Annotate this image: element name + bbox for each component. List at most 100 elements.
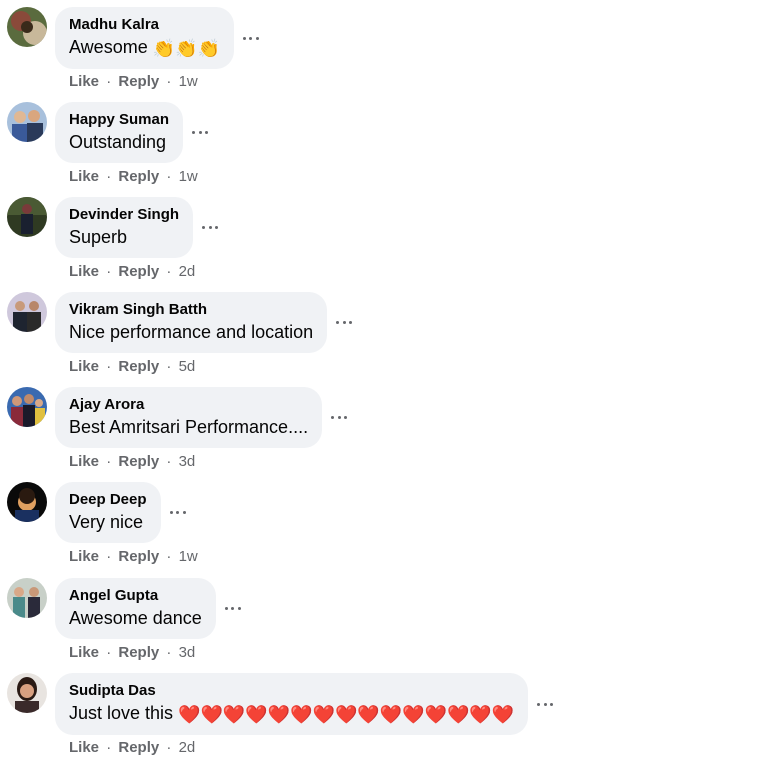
avatar[interactable]	[7, 482, 47, 522]
comment-bubble: Happy Suman Outstanding	[55, 102, 184, 163]
comment-timestamp[interactable]: 3d	[179, 453, 196, 470]
like-button[interactable]: Like	[69, 263, 99, 280]
comment-actions: Like · Reply · 3d	[69, 453, 195, 470]
comment-bubble: Devinder Singh Superb	[55, 197, 194, 258]
comment-author[interactable]: Angel Gupta	[69, 586, 202, 606]
comment-bubble: Ajay Arora Best Amritsari Performance...…	[55, 387, 323, 448]
comment-text: Superb	[69, 227, 128, 247]
separator: ·	[106, 548, 112, 565]
avatar[interactable]	[7, 578, 47, 618]
avatar[interactable]	[7, 7, 47, 47]
separator: ·	[166, 358, 172, 375]
comment-bubble: Sudipta Das Just love this ❤️❤️❤️❤️❤️❤️❤…	[55, 673, 529, 736]
comment-row: Devinder Singh Superb	[55, 197, 219, 258]
separator: ·	[166, 548, 172, 565]
comment-actions: Like · Reply · 3d	[69, 644, 195, 661]
clapping-hands-emoji: 👏👏👏	[152, 38, 220, 59]
reply-button[interactable]: Reply	[118, 263, 159, 280]
comment-text: Just love this ❤️❤️❤️❤️❤️❤️❤️❤️❤️❤️❤️❤️❤…	[69, 701, 514, 726]
comment-bubble: Deep Deep Very nice	[55, 482, 161, 543]
separator: ·	[106, 168, 112, 185]
separator: ·	[106, 263, 112, 280]
like-button[interactable]: Like	[69, 739, 99, 756]
more-options-icon[interactable]	[330, 410, 348, 426]
avatar[interactable]	[7, 292, 47, 332]
comment-bubble: Angel Gupta Awesome dance	[55, 578, 216, 639]
avatar[interactable]	[7, 387, 47, 427]
like-button[interactable]: Like	[69, 168, 99, 185]
separator: ·	[166, 644, 172, 661]
more-options-icon[interactable]	[169, 505, 187, 521]
more-options-icon[interactable]	[191, 125, 209, 141]
comment-text: Best Amritsari Performance....	[69, 417, 309, 437]
avatar[interactable]	[7, 197, 47, 237]
comment-text: Very nice	[69, 512, 144, 532]
comment-item: Vikram Singh Batth Nice performance and …	[7, 292, 747, 387]
comment-author[interactable]: Ajay Arora	[69, 395, 308, 415]
like-button[interactable]: Like	[69, 73, 99, 90]
separator: ·	[106, 644, 112, 661]
comment-actions: Like · Reply · 1w	[69, 548, 198, 565]
reply-button[interactable]: Reply	[118, 73, 159, 90]
separator: ·	[106, 453, 112, 470]
comment-author[interactable]: Happy Suman	[69, 110, 169, 130]
reply-button[interactable]: Reply	[118, 453, 159, 470]
more-options-icon[interactable]	[201, 220, 219, 236]
comment-text-body: Awesome	[69, 37, 148, 57]
like-button[interactable]: Like	[69, 358, 99, 375]
comment-author[interactable]: Deep Deep	[69, 490, 147, 510]
comment-item: Ajay Arora Best Amritsari Performance...…	[7, 387, 747, 482]
comment-row: Angel Gupta Awesome dance	[55, 578, 242, 639]
comment-author[interactable]: Madhu Kalra	[69, 15, 220, 35]
comment-timestamp[interactable]: 1w	[179, 548, 198, 565]
like-button[interactable]: Like	[69, 548, 99, 565]
reply-button[interactable]: Reply	[118, 168, 159, 185]
comment-row: Madhu Kalra Awesome 👏👏👏	[55, 7, 260, 70]
comment-item: Sudipta Das Just love this ❤️❤️❤️❤️❤️❤️❤…	[7, 673, 747, 768]
comment-actions: Like · Reply · 1w	[69, 73, 198, 90]
comment-timestamp[interactable]: 2d	[179, 739, 196, 756]
comment-item: Happy Suman Outstanding Like · Reply · 1…	[7, 102, 747, 197]
comment-bubble: Madhu Kalra Awesome 👏👏👏	[55, 7, 234, 70]
reply-button[interactable]: Reply	[118, 548, 159, 565]
comment-text: Outstanding	[69, 132, 167, 152]
avatar[interactable]	[7, 102, 47, 142]
separator: ·	[166, 263, 172, 280]
comment-timestamp[interactable]: 3d	[179, 644, 196, 661]
comment-author[interactable]: Devinder Singh	[69, 205, 179, 225]
comment-row: Ajay Arora Best Amritsari Performance...…	[55, 387, 348, 448]
separator: ·	[106, 358, 112, 375]
comment-timestamp[interactable]: 2d	[179, 263, 196, 280]
comment-bubble: Vikram Singh Batth Nice performance and …	[55, 292, 328, 353]
comment-actions: Like · Reply · 1w	[69, 168, 198, 185]
comment-actions: Like · Reply · 5d	[69, 358, 195, 375]
comment-text: Awesome 👏👏👏	[69, 35, 220, 60]
reply-button[interactable]: Reply	[118, 644, 159, 661]
comment-author[interactable]: Sudipta Das	[69, 681, 514, 701]
reply-button[interactable]: Reply	[118, 358, 159, 375]
more-options-icon[interactable]	[242, 30, 260, 46]
comment-text: Awesome dance	[69, 608, 202, 628]
comment-item: Angel Gupta Awesome dance Like · Reply ·…	[7, 578, 747, 673]
comment-timestamp[interactable]: 5d	[179, 358, 196, 375]
more-options-icon[interactable]	[536, 696, 554, 712]
avatar[interactable]	[7, 673, 47, 713]
separator: ·	[166, 739, 172, 756]
comment-timestamp[interactable]: 1w	[179, 168, 198, 185]
like-button[interactable]: Like	[69, 644, 99, 661]
comment-row: Sudipta Das Just love this ❤️❤️❤️❤️❤️❤️❤…	[55, 673, 554, 736]
separator: ·	[106, 739, 112, 756]
more-options-icon[interactable]	[335, 315, 353, 331]
comment-actions: Like · Reply · 2d	[69, 739, 195, 756]
more-options-icon[interactable]	[224, 601, 242, 617]
comment-text-body: Just love this	[69, 703, 174, 723]
red-heart-emoji: ❤️❤️❤️❤️❤️❤️❤️❤️❤️❤️❤️❤️❤️❤️❤️	[178, 704, 515, 725]
comment-author[interactable]: Vikram Singh Batth	[69, 300, 313, 320]
separator: ·	[166, 453, 172, 470]
separator: ·	[106, 73, 112, 90]
reply-button[interactable]: Reply	[118, 739, 159, 756]
like-button[interactable]: Like	[69, 453, 99, 470]
separator: ·	[166, 168, 172, 185]
comment-timestamp[interactable]: 1w	[179, 73, 198, 90]
comment-item: Madhu Kalra Awesome 👏👏👏 Like · Reply · 1…	[7, 7, 747, 102]
